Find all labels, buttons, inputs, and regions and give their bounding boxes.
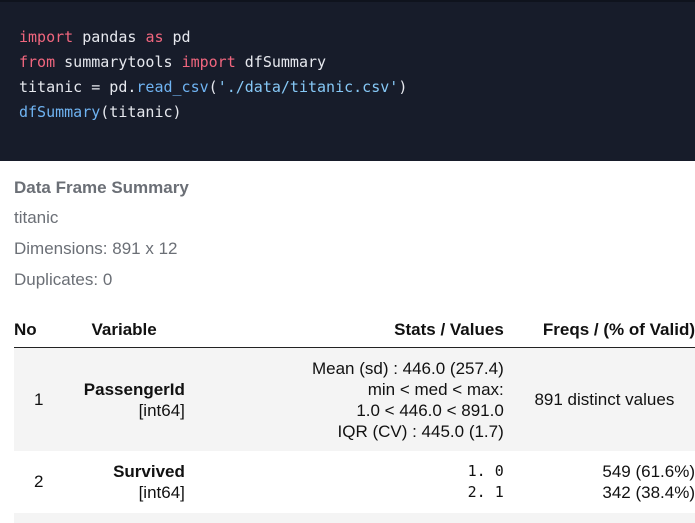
table-row: 2 Survived [int64] 1. 0 2. 1 549 (61.6%)…: [14, 451, 695, 513]
stats-line: Mean (sd) : 446.0 (257.4): [311, 358, 504, 378]
freqs-cell: 549 (61.6%) 342 (38.4%): [513, 451, 695, 513]
stats-line: 1.0 < 446.0 < 891.0: [356, 400, 504, 420]
stats-cell: Mean (sd) : 446.0 (257.4) min < med < ma…: [184, 347, 514, 451]
stats-line: 1. 0: [467, 462, 504, 480]
variable-cell: PassengerId [int64]: [63, 347, 185, 451]
table-row: [14, 513, 695, 523]
code-text: ): [398, 78, 408, 96]
code-cell-border: [0, 0, 695, 2]
variable-type: [int64]: [138, 483, 185, 502]
header-variable: Variable: [63, 313, 185, 348]
keyword: import: [181, 53, 236, 71]
stats-cell: 1. 0 2. 1: [184, 451, 514, 513]
code-text: (: [208, 78, 218, 96]
table-header-row: No Variable Stats / Values Freqs / (% of…: [14, 313, 695, 348]
freqs-cell: 891 distinct values: [513, 347, 695, 451]
header-stats: Stats / Values: [184, 313, 514, 348]
code-cell: import pandas as pd from summarytools im…: [0, 0, 695, 161]
keyword: import: [19, 28, 74, 46]
keyword: as: [145, 28, 164, 46]
function-name: dfSummary: [19, 103, 101, 121]
variable-name: Survived: [113, 462, 185, 481]
header-freqs: Freqs / (% of Valid): [513, 313, 695, 348]
function-name: read_csv: [136, 78, 209, 96]
code-text: pd: [163, 28, 191, 46]
table-row: 1 PassengerId [int64] Mean (sd) : 446.0 …: [14, 347, 695, 451]
code-text: titanic = pd.: [19, 78, 137, 96]
code-block: import pandas as pd from summarytools im…: [19, 25, 407, 125]
dataframe-name: titanic: [14, 208, 59, 227]
string-literal: './data/titanic.csv': [217, 78, 399, 96]
duplicates-text: Duplicates: 0: [14, 270, 113, 289]
summary-table: No Variable Stats / Values Freqs / (% of…: [14, 313, 695, 523]
variable-name: PassengerId: [83, 379, 185, 399]
stats-line: 2. 1: [467, 483, 504, 501]
header-no: No: [14, 313, 64, 348]
freq-line: 342 (38.4%): [602, 483, 695, 502]
variable-type: [int64]: [138, 400, 185, 420]
stats-line: min < med < max:: [367, 379, 504, 399]
row-number: 1: [14, 347, 64, 451]
code-text: dfSummary: [235, 53, 327, 71]
stats-line: IQR (CV) : 445.0 (1.7): [337, 421, 504, 441]
freq-line: 549 (61.6%): [602, 462, 695, 481]
code-text: pandas: [73, 28, 146, 46]
dimensions-text: Dimensions: 891 x 12: [14, 239, 178, 258]
variable-cell: Survived [int64]: [63, 451, 185, 513]
row-number: 2: [14, 451, 64, 513]
code-text: (titanic): [100, 103, 182, 121]
keyword: from: [19, 53, 56, 71]
summary-title: Data Frame Summary: [14, 178, 189, 197]
code-text: summarytools: [55, 53, 182, 71]
next-row-partial: [14, 513, 695, 523]
